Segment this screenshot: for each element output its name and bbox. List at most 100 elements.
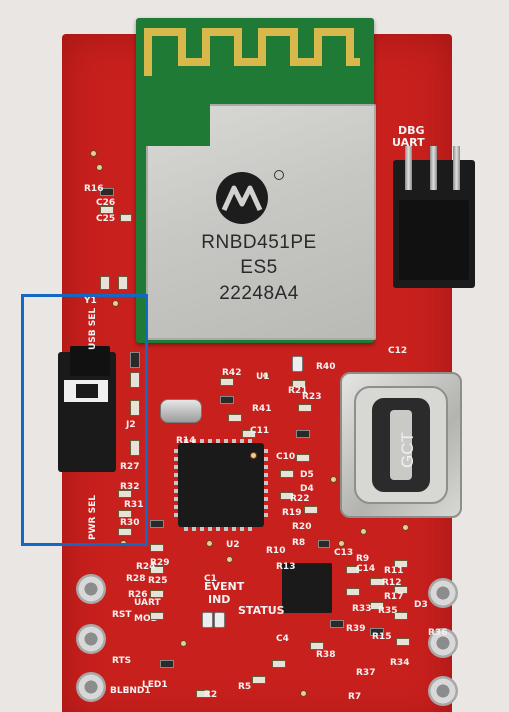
- refdes-label: D3: [414, 600, 428, 610]
- refdes-label: R39: [346, 624, 366, 634]
- refdes-label: R38: [316, 650, 336, 660]
- refdes-label: C4: [276, 634, 289, 644]
- header-pin: [430, 146, 437, 190]
- ic-pin: [174, 513, 178, 517]
- refdes-label: R13: [276, 562, 296, 572]
- via: [402, 524, 409, 531]
- ic-pin: [264, 473, 268, 477]
- refdes-label: R12: [382, 578, 402, 588]
- board-photo: RNBD451PE ES5 22248A4 DBG UART USB SEL P…: [0, 0, 509, 712]
- registered-mark: [274, 170, 284, 180]
- highlight-box: [21, 294, 148, 546]
- silk-ind: IND: [208, 593, 231, 606]
- ic-pin: [264, 481, 268, 485]
- refdes-label: R29: [150, 558, 170, 568]
- led: [202, 612, 213, 628]
- refdes-label: R11: [384, 566, 404, 576]
- edge-pad: [428, 578, 458, 608]
- via: [250, 452, 257, 459]
- usb-c-marking: GCT: [398, 432, 417, 468]
- ic-pin: [184, 527, 188, 531]
- edge-pad: [76, 624, 106, 654]
- header-pin: [453, 146, 460, 190]
- module-revision: ES5: [240, 257, 278, 278]
- smd-component: [160, 660, 174, 668]
- refdes-label: R34: [390, 658, 410, 668]
- refdes-label: C14: [356, 564, 376, 574]
- refdes-label: R7: [348, 692, 362, 702]
- ic-pin: [264, 465, 268, 469]
- via: [90, 150, 97, 157]
- refdes-label: R22: [290, 494, 310, 504]
- refdes-label: R26: [128, 590, 148, 600]
- smd-component: [298, 404, 312, 412]
- ic-pin: [208, 527, 212, 531]
- microchip-logo-icon: [216, 172, 268, 224]
- via: [226, 556, 233, 563]
- refdes-label: C11: [250, 426, 270, 436]
- refdes-label: C13: [334, 548, 354, 558]
- dbg-uart-pin-header: [393, 146, 475, 288]
- edge-pad: [76, 672, 106, 702]
- smd-component: [272, 660, 286, 668]
- crystal-oscillator: [160, 399, 202, 423]
- ic-pin: [224, 527, 228, 531]
- ic-pin: [174, 449, 178, 453]
- via: [338, 540, 345, 547]
- header-body: [399, 200, 469, 280]
- led: [214, 612, 225, 628]
- refdes-label: R36: [428, 628, 448, 638]
- smd-component: [220, 396, 234, 404]
- ic-pin: [264, 457, 268, 461]
- via: [360, 528, 367, 535]
- smd-component: [150, 590, 164, 598]
- refdes-label: U1: [256, 372, 270, 382]
- smd-component: [150, 544, 164, 552]
- ic-pin: [264, 449, 268, 453]
- ic-pin: [174, 465, 178, 469]
- smd-component: [118, 276, 128, 290]
- refdes-label: R2: [204, 690, 218, 700]
- via: [96, 164, 103, 171]
- ic-pin: [174, 473, 178, 477]
- refdes-label: R35: [378, 606, 398, 616]
- smd-component: [220, 378, 234, 386]
- refdes-label: C26: [96, 198, 116, 208]
- refdes-label: C1: [204, 574, 217, 584]
- refdes-label: D5: [300, 470, 314, 480]
- refdes-label: R23: [302, 392, 322, 402]
- ic-pin: [240, 439, 244, 443]
- ic-pin: [248, 527, 252, 531]
- refdes-label: R42: [222, 368, 242, 378]
- smd-component: [296, 430, 310, 438]
- smd-component: [330, 620, 344, 628]
- refdes-label: LED1: [142, 680, 168, 690]
- smd-component: [150, 520, 164, 528]
- led: [292, 356, 303, 372]
- via: [300, 690, 307, 697]
- ic-pin: [200, 439, 204, 443]
- ic-pin: [264, 505, 268, 509]
- refdes-label: R40: [316, 362, 336, 372]
- smd-component: [228, 414, 242, 422]
- refdes-label: R10: [266, 546, 286, 556]
- smd-component: [396, 638, 410, 646]
- refdes-label: R5: [238, 682, 252, 692]
- ic-pin: [174, 497, 178, 501]
- refdes-label: R9: [356, 554, 370, 564]
- ic-pin: [264, 513, 268, 517]
- refdes-label: R28: [126, 574, 146, 584]
- smd-component: [280, 470, 294, 478]
- refdes-label: R33: [352, 604, 372, 614]
- refdes-label: R25: [148, 576, 168, 586]
- silk-status: STATUS: [238, 604, 285, 617]
- smd-component: [252, 676, 266, 684]
- ic-pin: [174, 489, 178, 493]
- ic-pin: [240, 527, 244, 531]
- ic-pin: [264, 497, 268, 501]
- shield-notch: [146, 104, 210, 146]
- smd-component: [120, 214, 132, 222]
- ic-pin: [264, 489, 268, 493]
- ic-pin: [174, 505, 178, 509]
- silk-rst: RST: [112, 610, 132, 620]
